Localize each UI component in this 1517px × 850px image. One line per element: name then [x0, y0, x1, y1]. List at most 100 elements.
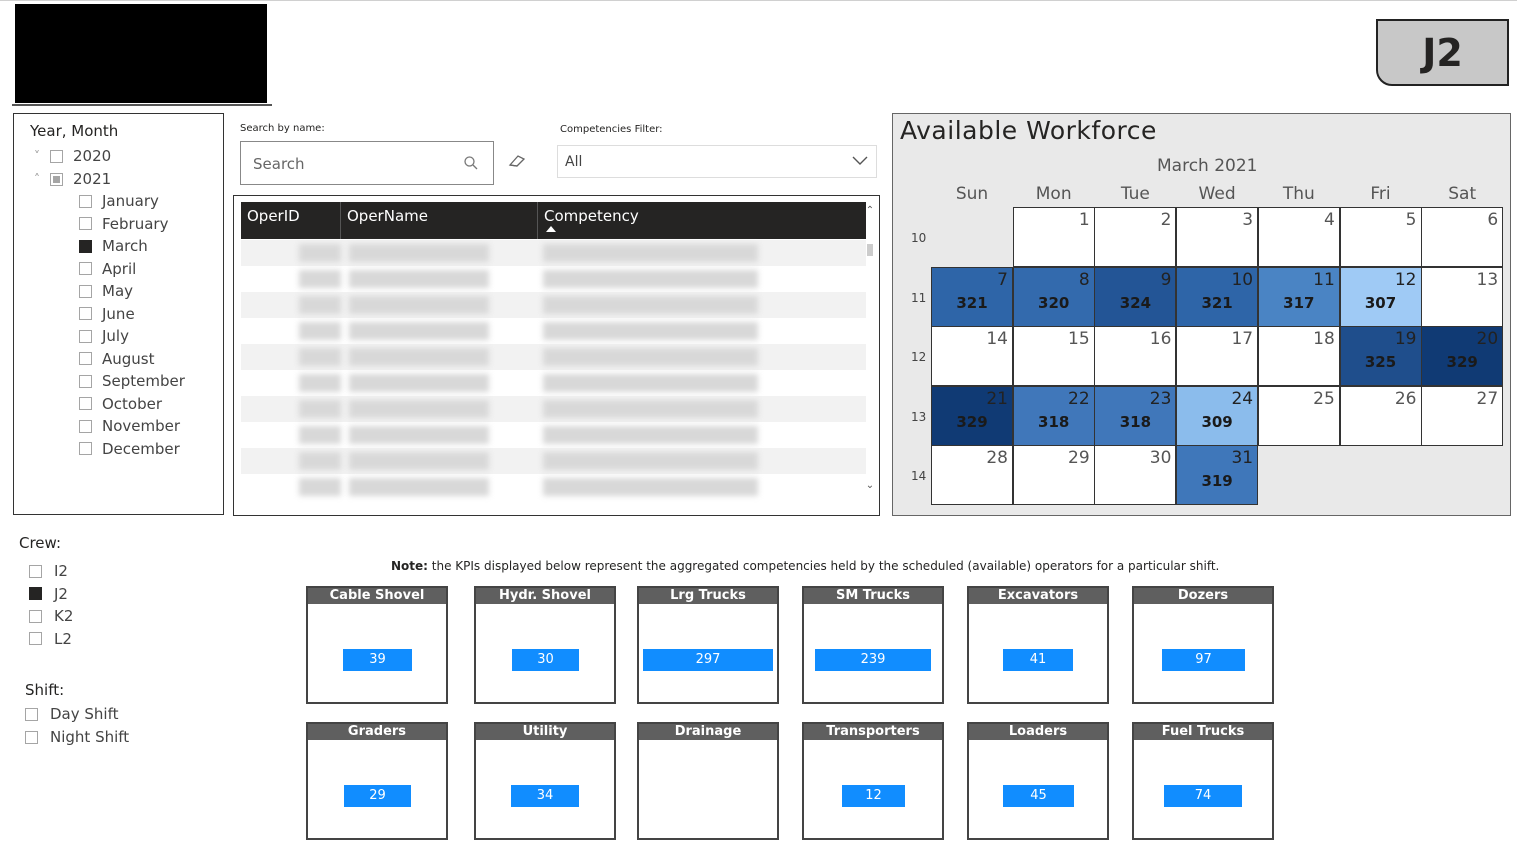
- calendar-day-23[interactable]: 23 318: [1094, 385, 1177, 446]
- slicer-month-may[interactable]: May: [79, 281, 133, 301]
- table-row[interactable]: [241, 422, 866, 448]
- kpi-card-loaders[interactable]: Loaders 45: [967, 722, 1109, 840]
- kpi-card-utility[interactable]: Utility 34: [474, 722, 616, 840]
- kpi-card-fuel-trucks[interactable]: Fuel Trucks 74: [1132, 722, 1274, 840]
- checkbox[interactable]: [25, 730, 38, 744]
- crew-option-l2[interactable]: L2: [29, 630, 72, 648]
- checkbox[interactable]: [79, 217, 92, 230]
- kpi-card-hydr-shovel[interactable]: Hydr. Shovel 30: [474, 586, 616, 704]
- calendar-day-20[interactable]: 20 329: [1421, 326, 1504, 386]
- scroll-down-icon[interactable]: ⌄: [865, 481, 875, 491]
- calendar-day-9[interactable]: 9 324: [1094, 266, 1177, 327]
- checkbox[interactable]: [25, 707, 38, 721]
- kpi-card-graders[interactable]: Graders 29: [306, 722, 448, 840]
- table-scrollbar[interactable]: ⌃ ⌄: [865, 206, 875, 496]
- calendar-day-13[interactable]: 13: [1421, 266, 1504, 327]
- crew-option-i2[interactable]: I2: [29, 562, 68, 580]
- checkbox[interactable]: [79, 442, 92, 455]
- checkbox[interactable]: [50, 149, 63, 163]
- checkbox[interactable]: [79, 374, 92, 388]
- checkbox[interactable]: [79, 352, 92, 365]
- calendar-day-2[interactable]: 2: [1094, 207, 1177, 267]
- calendar-day-5[interactable]: 5: [1339, 207, 1422, 267]
- calendar-day-29[interactable]: 29: [1012, 445, 1095, 505]
- calendar-day-21[interactable]: 21 329: [931, 385, 1013, 446]
- chevron-up-icon[interactable]: ˄: [30, 172, 44, 186]
- table-row[interactable]: [241, 318, 866, 344]
- calendar-day-28[interactable]: 28: [931, 445, 1013, 505]
- calendar-day-12[interactable]: 12 307: [1339, 266, 1422, 327]
- checkbox[interactable]: [29, 609, 42, 623]
- calendar-day-8[interactable]: 8 320: [1012, 266, 1095, 327]
- slicer-month-march[interactable]: March: [79, 236, 148, 256]
- slicer-year-2021[interactable]: ˄ 2021: [30, 169, 111, 189]
- calendar-day-10[interactable]: 10 321: [1176, 266, 1259, 327]
- slicer-month-october[interactable]: October: [79, 394, 162, 414]
- slicer-month-december[interactable]: December: [79, 439, 180, 459]
- crew-option-k2[interactable]: K2: [29, 607, 73, 625]
- kpi-card-transporters[interactable]: Transporters 12: [802, 722, 944, 840]
- table-row[interactable]: [241, 240, 866, 266]
- calendar-day-31[interactable]: 31 319: [1176, 445, 1259, 505]
- calendar-day-4[interactable]: 4: [1257, 207, 1340, 267]
- checkbox[interactable]: [79, 262, 92, 275]
- checkbox[interactable]: [79, 194, 92, 208]
- table-row[interactable]: [241, 292, 866, 318]
- table-row[interactable]: [241, 266, 866, 292]
- checkbox[interactable]: [29, 564, 42, 578]
- calendar-day-25[interactable]: 25: [1257, 385, 1340, 446]
- kpi-card-cable-shovel[interactable]: Cable Shovel 39: [306, 586, 448, 704]
- slicer-year-2020[interactable]: ˅ 2020: [30, 146, 111, 166]
- calendar-day-11[interactable]: 11 317: [1257, 266, 1340, 327]
- kpi-card-excavators[interactable]: Excavators 41: [967, 586, 1109, 704]
- calendar-day-14[interactable]: 14: [931, 326, 1013, 386]
- kpi-card-drainage[interactable]: Drainage: [637, 722, 779, 840]
- checkbox[interactable]: [79, 419, 92, 433]
- calendar-day-6[interactable]: 6: [1421, 207, 1504, 267]
- kpi-card-lrg-trucks[interactable]: Lrg Trucks 297: [637, 586, 779, 704]
- competencies-filter-dropdown[interactable]: All: [557, 145, 877, 178]
- calendar-day-27[interactable]: 27: [1421, 385, 1504, 446]
- slicer-month-september[interactable]: September: [79, 371, 185, 391]
- slicer-month-november[interactable]: November: [79, 416, 180, 436]
- slicer-month-august[interactable]: August: [79, 349, 155, 369]
- slicer-month-july[interactable]: July: [79, 326, 129, 346]
- kpi-card-sm-trucks[interactable]: SM Trucks 239: [802, 586, 944, 704]
- search-icon[interactable]: [463, 155, 479, 171]
- calendar-day-22[interactable]: 22 318: [1012, 385, 1095, 446]
- slicer-month-april[interactable]: April: [79, 259, 136, 279]
- calendar-day-18[interactable]: 18: [1257, 326, 1340, 386]
- table-row[interactable]: [241, 370, 866, 396]
- checkbox[interactable]: [79, 239, 92, 253]
- scroll-thumb[interactable]: [867, 244, 873, 256]
- column-header-competency[interactable]: Competency: [538, 202, 866, 239]
- calendar-day-1[interactable]: 1: [1012, 207, 1095, 267]
- column-header-operid[interactable]: OperID: [241, 202, 341, 239]
- calendar-day-3[interactable]: 3: [1176, 207, 1259, 267]
- checkbox[interactable]: [79, 397, 92, 410]
- table-row[interactable]: [241, 474, 866, 500]
- slicer-month-february[interactable]: February: [79, 214, 168, 234]
- calendar-day-17[interactable]: 17: [1176, 326, 1259, 386]
- checkbox[interactable]: [50, 172, 63, 186]
- table-row[interactable]: [241, 448, 866, 474]
- shift-option-night-shift[interactable]: Night Shift: [25, 728, 129, 746]
- checkbox[interactable]: [29, 632, 42, 645]
- kpi-card-dozers[interactable]: Dozers 97: [1132, 586, 1274, 704]
- search-input[interactable]: Search: [240, 141, 494, 185]
- column-header-opername[interactable]: OperName: [341, 202, 538, 239]
- checkbox[interactable]: [79, 284, 92, 298]
- table-row[interactable]: [241, 396, 866, 422]
- scroll-up-icon[interactable]: ⌃: [865, 206, 875, 216]
- chevron-down-icon[interactable]: ˅: [30, 149, 44, 163]
- table-row[interactable]: [241, 344, 866, 370]
- calendar-day-19[interactable]: 19 325: [1339, 326, 1422, 386]
- checkbox[interactable]: [79, 329, 92, 343]
- calendar-day-16[interactable]: 16: [1094, 326, 1177, 386]
- calendar-day-26[interactable]: 26: [1339, 385, 1422, 446]
- slicer-month-january[interactable]: January: [79, 191, 159, 211]
- calendar-day-15[interactable]: 15: [1012, 326, 1095, 386]
- slicer-month-june[interactable]: June: [79, 304, 135, 324]
- crew-option-j2[interactable]: J2: [29, 585, 68, 603]
- eraser-icon[interactable]: [508, 154, 526, 168]
